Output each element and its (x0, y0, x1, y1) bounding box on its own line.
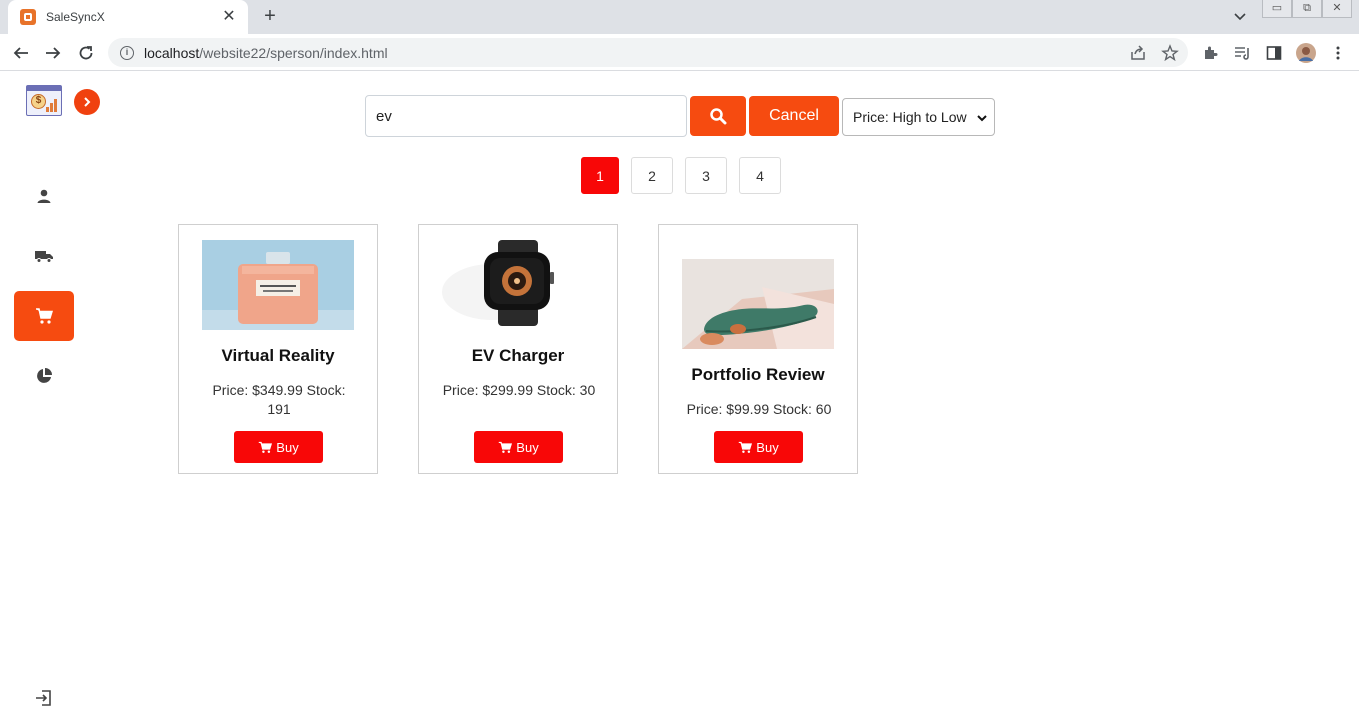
cart-icon (259, 441, 273, 453)
cart-icon (499, 441, 513, 453)
share-icon[interactable] (1127, 42, 1149, 64)
sort-select[interactable]: Price: High to Low (842, 98, 995, 136)
product-image-shoe (682, 259, 834, 349)
app-logo: $ (26, 85, 62, 116)
extensions-icon[interactable] (1199, 42, 1221, 64)
url-text: localhost/website22/sperson/index.html (144, 44, 388, 61)
window-controls: ▭ ⧉ ✕ (1262, 0, 1352, 20)
product-card: Portfolio Review Price: $99.99 Stock: 60… (658, 224, 858, 474)
page-button-2[interactable]: 2 (631, 157, 673, 194)
browser-tab[interactable]: SaleSyncX ✕ (8, 0, 248, 34)
sidebar-toggle-button[interactable] (74, 89, 100, 115)
chevron-right-icon (84, 97, 91, 107)
address-bar[interactable]: i localhost/website22/sperson/index.html (108, 38, 1188, 67)
product-price-stock: Price: $349.99 Stock: 191 (212, 382, 346, 417)
bookmark-star-icon[interactable] (1159, 42, 1181, 64)
logout-icon (36, 690, 51, 706)
app-favicon-icon (20, 9, 36, 25)
sidebar-item-reports[interactable] (14, 351, 74, 401)
page-button-3[interactable]: 3 (685, 157, 727, 194)
product-name: Portfolio Review (691, 365, 825, 384)
cancel-button[interactable]: Cancel (749, 96, 839, 136)
browser-tab-strip: SaleSyncX ✕ + ▭ ⧉ ✕ (0, 0, 1359, 34)
browser-menu-icon[interactable] (1327, 42, 1349, 64)
sidebar-item-cart[interactable] (14, 291, 74, 341)
sort-selected-value: Price: High to Low (853, 109, 967, 125)
new-tab-button[interactable]: + (258, 5, 282, 29)
search-button[interactable] (690, 96, 746, 136)
pie-chart-icon (37, 368, 52, 383)
tab-search-icon[interactable] (1230, 6, 1250, 26)
page-button-1[interactable]: 1 (581, 157, 619, 194)
minimize-button[interactable]: ▭ (1262, 0, 1292, 18)
search-input[interactable] (365, 95, 687, 137)
truck-icon (35, 251, 53, 263)
profile-avatar-icon[interactable] (1295, 42, 1317, 64)
product-name: EV Charger (471, 346, 565, 365)
media-controls-icon[interactable] (1231, 42, 1253, 64)
product-price-stock: Price: $99.99 Stock: 60 (686, 401, 832, 417)
forward-icon[interactable] (42, 42, 64, 64)
product-card: Virtual Reality Price: $349.99 Stock: 19… (178, 224, 378, 474)
back-icon[interactable] (10, 42, 32, 64)
product-price-stock: Price: $299.99 Stock: 30 (442, 382, 596, 398)
sidebar-item-user[interactable] (14, 171, 74, 221)
product-image-perfume (202, 240, 354, 330)
buy-button[interactable]: Buy (714, 431, 803, 463)
product-image-watch (442, 240, 594, 330)
pagination: 1 2 3 4 (581, 157, 781, 194)
product-card: EV Charger Price: $299.99 Stock: 30 Buy (418, 224, 618, 474)
close-window-button[interactable]: ✕ (1322, 0, 1352, 18)
page-button-4[interactable]: 4 (739, 157, 781, 194)
logout-button[interactable] (34, 688, 54, 708)
product-name: Virtual Reality (221, 346, 335, 365)
tab-close-button[interactable]: ✕ (220, 8, 238, 26)
sidebar-item-delivery[interactable] (14, 231, 74, 281)
search-icon (710, 108, 727, 125)
browser-toolbar: i localhost/website22/sperson/index.html (0, 34, 1359, 71)
user-icon (37, 189, 51, 203)
sidebar: $ (0, 72, 100, 728)
cart-icon (36, 308, 53, 324)
site-info-icon[interactable]: i (120, 45, 134, 60)
side-panel-icon[interactable] (1263, 42, 1285, 64)
reload-icon[interactable] (75, 42, 97, 64)
restore-button[interactable]: ⧉ (1292, 0, 1322, 18)
buy-button[interactable]: Buy (234, 431, 323, 463)
buy-button[interactable]: Buy (474, 431, 563, 463)
cart-icon (739, 441, 753, 453)
chevron-down-icon (977, 115, 987, 122)
tab-title: SaleSyncX (46, 10, 105, 24)
